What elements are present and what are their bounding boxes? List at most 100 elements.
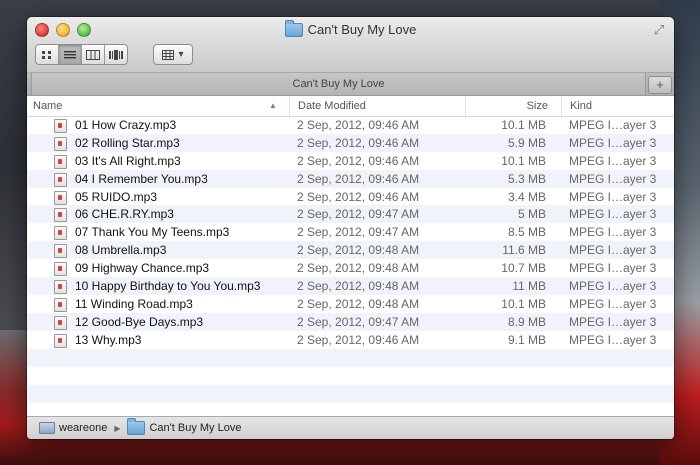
file-date: 2 Sep, 2012, 09:46 AM — [297, 153, 420, 168]
file-name: 04 I Remember You.mp3 — [75, 171, 208, 186]
column-header-date[interactable]: Date Modified — [289, 96, 474, 116]
file-name: 11 Winding Road.mp3 — [75, 296, 193, 311]
file-size: 5 MB — [517, 207, 546, 222]
file-date: 2 Sep, 2012, 09:47 AM — [297, 314, 420, 329]
file-size: 11.6 MB — [502, 243, 546, 258]
file-date: 2 Sep, 2012, 09:46 AM — [297, 332, 420, 347]
column-view-button[interactable] — [82, 45, 105, 64]
file-date: 2 Sep, 2012, 09:46 AM — [297, 189, 420, 204]
icon-view-button[interactable] — [36, 45, 59, 64]
file-name: 09 Highway Chance.mp3 — [75, 261, 210, 276]
title-bar[interactable]: Can't Buy My Love ⤢ ▾ — [27, 17, 674, 73]
table-row[interactable]: 10 Happy Birthday to You You.mp3 2 Sep, 2… — [27, 277, 674, 295]
path-item-folder[interactable]: Can't Buy My Love — [149, 422, 241, 434]
audio-file-icon — [54, 280, 67, 295]
empty-row — [27, 348, 674, 367]
file-kind: MPEG I…ayer 3 — [569, 207, 657, 222]
audio-file-icon — [54, 208, 67, 223]
file-name: 03 It's All Right.mp3 — [75, 153, 181, 168]
table-row[interactable]: 11 Winding Road.mp3 2 Sep, 2012, 09:48 AM… — [27, 295, 674, 313]
column-header-name[interactable]: Name — [33, 96, 285, 116]
file-kind: MPEG I…ayer 3 — [569, 135, 657, 150]
file-size: 10.7 MB — [501, 261, 546, 276]
table-row[interactable]: 02 Rolling Star.mp3 2 Sep, 2012, 09:46 AM… — [27, 133, 674, 152]
table-row[interactable]: 07 Thank You My Teens.mp3 2 Sep, 2012, 09… — [27, 223, 674, 241]
file-size: 8.5 MB — [507, 225, 546, 240]
folder-icon — [127, 418, 146, 435]
table-row[interactable]: 01 How Crazy.mp3 2 Sep, 2012, 09:46 AM 10.… — [27, 116, 674, 134]
audio-file-icon — [54, 333, 67, 348]
table-row[interactable]: 05 RUIDO.mp3 2 Sep, 2012, 09:46 AM 3.4 MB M… — [27, 188, 674, 206]
file-size: 3.4 MB — [507, 189, 546, 204]
empty-row — [27, 384, 674, 403]
file-date: 2 Sep, 2012, 09:46 AM — [297, 135, 420, 150]
audio-file-icon — [54, 315, 67, 330]
table-row[interactable]: 03 It's All Right.mp3 2 Sep, 2012, 09:46 … — [27, 152, 674, 170]
table-row[interactable]: 12 Good-Bye Days.mp3 2 Sep, 2012, 09:47 A… — [27, 312, 674, 331]
audio-file-icon — [54, 119, 67, 133]
grid-icon — [42, 50, 51, 59]
file-date: 2 Sep, 2012, 09:48 AM — [297, 261, 420, 276]
folder-icon — [284, 19, 303, 37]
file-date: 2 Sep, 2012, 09:46 AM — [297, 118, 420, 132]
file-name: 06 CHE.R.RY.mp3 — [75, 207, 174, 222]
empty-row — [27, 367, 674, 385]
column-header-kind[interactable]: Kind — [561, 96, 670, 116]
file-size: 10.1 MB — [501, 118, 546, 132]
file-name: 10 Happy Birthday to You You.mp3 — [75, 279, 261, 294]
file-date: 2 Sep, 2012, 09:47 AM — [297, 225, 420, 240]
file-date: 2 Sep, 2012, 09:48 AM — [297, 279, 420, 294]
path-bar: weareone ▶ Can't Buy My Love — [27, 416, 674, 439]
table-row[interactable]: 09 Highway Chance.mp3 2 Sep, 2012, 09:48 … — [27, 259, 674, 277]
column-header-size[interactable]: Size — [465, 96, 548, 116]
window-title: Can't Buy My Love — [27, 19, 674, 37]
file-size: 11 MB — [512, 279, 546, 294]
table-row[interactable]: 08 Umbrella.mp3 2 Sep, 2012, 09:48 AM 11.6… — [27, 241, 674, 260]
list-view-button[interactable] — [59, 45, 82, 64]
file-kind: MPEG I…ayer 3 — [569, 332, 657, 347]
column-headers: Name ▲ Date Modified Size Kind — [27, 96, 674, 117]
audio-file-icon — [54, 226, 67, 241]
file-kind: MPEG I…ayer 3 — [569, 225, 657, 240]
file-kind: MPEG I…ayer 3 — [569, 296, 657, 311]
file-name: 13 Why.mp3 — [75, 332, 142, 347]
hard-drive-icon — [39, 422, 55, 434]
file-kind: MPEG I…ayer 3 — [569, 279, 657, 294]
file-kind: MPEG I…ayer 3 — [569, 243, 657, 258]
arrange-button[interactable]: ▾ — [153, 44, 193, 65]
file-date: 2 Sep, 2012, 09:46 AM — [297, 171, 420, 186]
audio-file-icon — [54, 154, 67, 169]
view-switcher — [35, 44, 128, 65]
arrange-grid-icon — [162, 49, 175, 60]
audio-file-icon — [54, 244, 67, 259]
table-row[interactable]: 06 CHE.R.RY.mp3 2 Sep, 2012, 09:47 AM 5 MB… — [27, 205, 674, 224]
window-title-text: Can't Buy My Love — [307, 22, 417, 37]
tab-current[interactable]: Can't Buy My Love — [31, 73, 646, 95]
table-row[interactable]: 04 I Remember You.mp3 2 Sep, 2012, 09:46 … — [27, 169, 674, 188]
file-date: 2 Sep, 2012, 09:48 AM — [297, 296, 420, 311]
file-size: 9.1 MB — [507, 332, 546, 347]
cover-flow-view-button[interactable] — [105, 45, 127, 64]
table-row[interactable]: 13 Why.mp3 2 Sep, 2012, 09:46 AM 9.1 MB MPE… — [27, 331, 674, 349]
file-kind: MPEG I…ayer 3 — [569, 171, 657, 186]
file-kind: MPEG I…ayer 3 — [569, 314, 657, 329]
path-separator-icon: ▶ — [114, 423, 121, 433]
file-kind: MPEG I…ayer 3 — [569, 261, 657, 276]
columns-icon — [86, 49, 100, 60]
chevron-down-icon: ▾ — [178, 49, 184, 60]
file-name: 08 Umbrella.mp3 — [75, 243, 167, 258]
file-size: 10.1 MB — [501, 296, 546, 311]
file-kind: MPEG I…ayer 3 — [569, 153, 657, 168]
audio-file-icon — [54, 190, 67, 205]
file-name: 12 Good-Bye Days.mp3 — [75, 314, 204, 329]
fullscreen-icon[interactable]: ⤢ — [652, 23, 666, 37]
file-size: 5.9 MB — [507, 135, 546, 150]
new-tab-button[interactable]: + — [648, 76, 672, 94]
tab-bar: Can't Buy My Love + — [27, 73, 674, 96]
file-kind: MPEG I…ayer 3 — [569, 118, 657, 132]
file-size: 8.9 MB — [507, 314, 546, 329]
file-kind: MPEG I…ayer 3 — [569, 189, 657, 204]
file-size: 10.1 MB — [501, 153, 546, 168]
path-item-drive[interactable]: weareone — [59, 422, 107, 434]
sort-ascending-icon: ▲ — [269, 101, 277, 110]
